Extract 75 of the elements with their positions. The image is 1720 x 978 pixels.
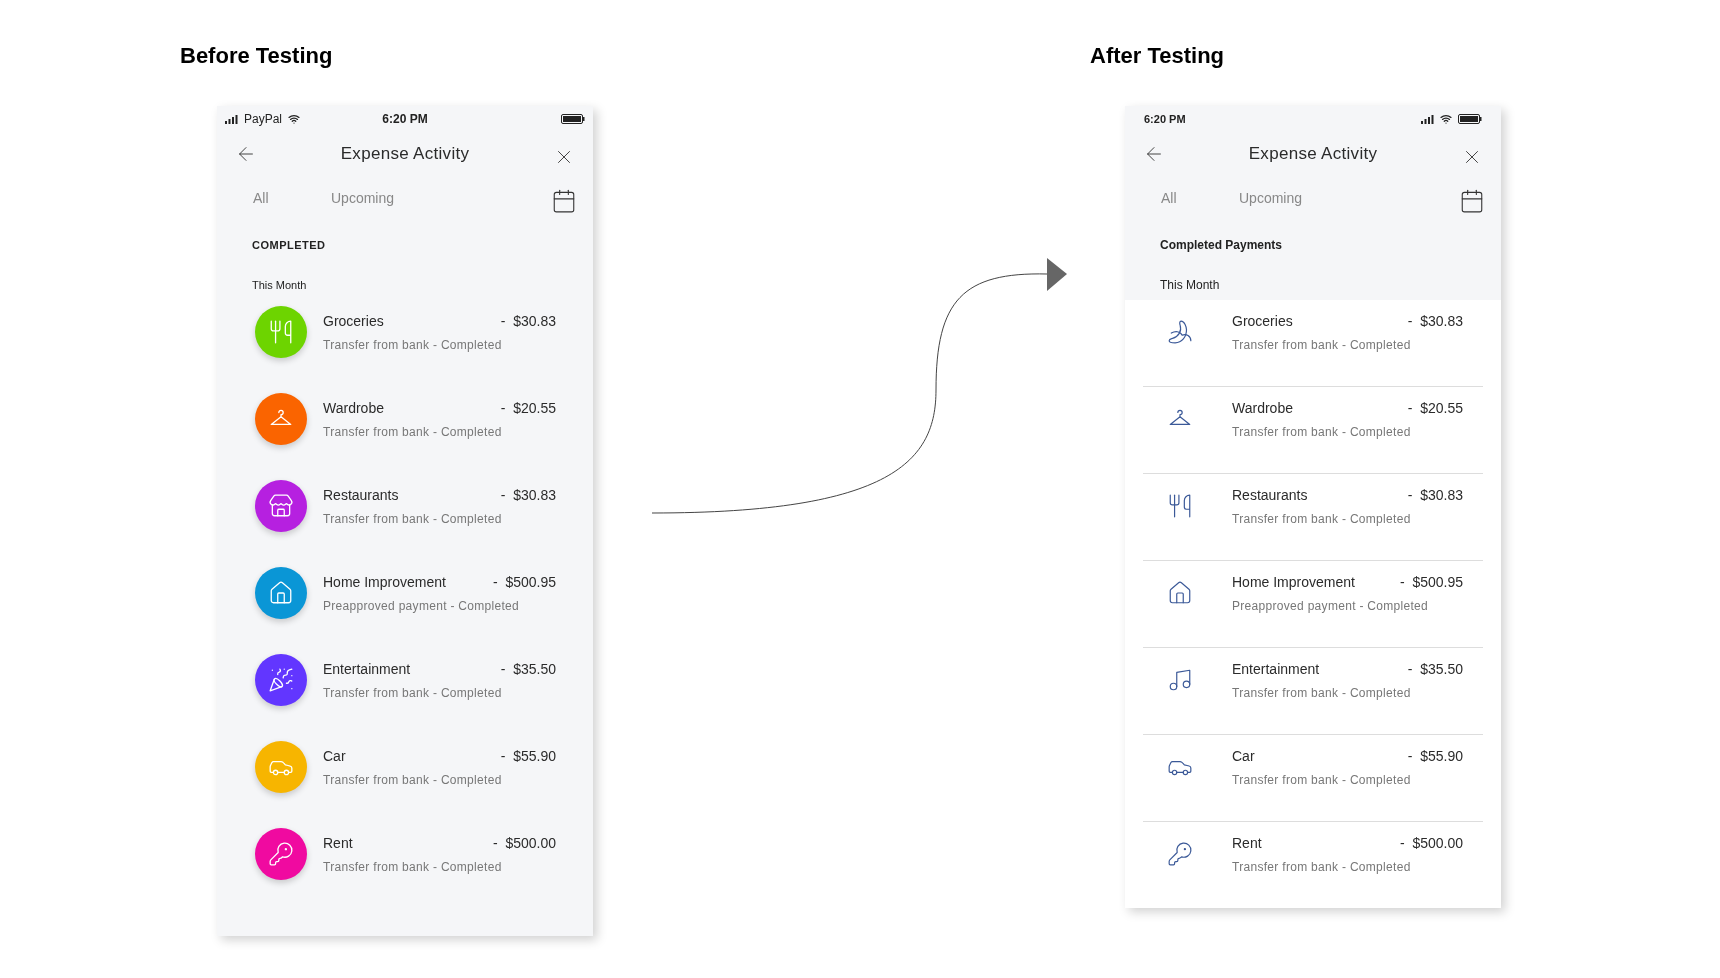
status-time: 6:20 PM bbox=[382, 111, 428, 128]
section-heading: COMPLETED bbox=[252, 237, 326, 253]
expense-name: Home Improvement bbox=[1232, 572, 1355, 592]
expense-detail: Transfer from bank - Completed bbox=[323, 423, 503, 441]
expense-detail: Preapproved payment - Completed bbox=[1232, 597, 1430, 615]
expense-amount: - $30.83 bbox=[1407, 485, 1463, 505]
expense-name: Groceries bbox=[1232, 311, 1293, 331]
battery-icon bbox=[561, 114, 585, 124]
expense-name: Restaurants bbox=[1232, 485, 1308, 505]
expense-name: Wardrobe bbox=[323, 398, 384, 418]
wifi-icon bbox=[1440, 113, 1452, 125]
expense-name: Wardrobe bbox=[1232, 398, 1293, 418]
expense-amount: - $35.50 bbox=[1407, 659, 1463, 679]
key-icon bbox=[268, 841, 294, 867]
expense-detail: Transfer from bank - Completed bbox=[323, 771, 503, 789]
music-notes-icon bbox=[1167, 667, 1193, 693]
expense-amount: - $30.83 bbox=[1407, 311, 1463, 331]
group-heading: This Month bbox=[252, 277, 307, 293]
filter-tab[interactable]: Upcoming bbox=[331, 187, 395, 209]
expense-detail: Transfer from bank - Completed bbox=[323, 510, 503, 528]
expense-amount: - $20.55 bbox=[1407, 398, 1463, 418]
expense-name: Entertainment bbox=[1232, 659, 1320, 679]
expense-name: Car bbox=[1232, 746, 1255, 766]
calendar-icon[interactable] bbox=[1459, 188, 1485, 214]
expense-detail: Transfer from bank - Completed bbox=[1232, 510, 1412, 528]
expense-detail: Transfer from bank - Completed bbox=[323, 858, 503, 876]
expense-amount: - $500.00 bbox=[1399, 833, 1463, 853]
screen-title: Expense Activity bbox=[340, 143, 470, 166]
expense-amount: - $20.55 bbox=[500, 398, 556, 418]
banana-icon bbox=[1167, 319, 1193, 345]
expense-name: Restaurants bbox=[323, 485, 399, 505]
screen-title: Expense Activity bbox=[1248, 143, 1378, 166]
expense-detail: Transfer from bank - Completed bbox=[1232, 423, 1412, 441]
expense-amount: - $55.90 bbox=[500, 746, 556, 766]
expense-detail: Transfer from bank - Completed bbox=[1232, 858, 1412, 876]
expense-amount: - $500.00 bbox=[492, 833, 556, 853]
expense-detail: Transfer from bank - Completed bbox=[1232, 336, 1412, 354]
expense-detail: Transfer from bank - Completed bbox=[1232, 771, 1412, 789]
expense-name: Rent bbox=[1232, 833, 1262, 853]
battery-icon bbox=[1458, 114, 1482, 124]
party-popper-icon bbox=[268, 667, 294, 693]
expense-amount: - $500.95 bbox=[492, 572, 556, 592]
calendar-icon[interactable] bbox=[551, 188, 577, 214]
expense-amount: - $500.95 bbox=[1399, 572, 1463, 592]
expense-amount: - $55.90 bbox=[1407, 746, 1463, 766]
signal-icon bbox=[225, 114, 238, 124]
house-icon bbox=[1167, 580, 1193, 606]
signal-icon bbox=[1421, 114, 1434, 124]
expense-amount: - $30.83 bbox=[500, 311, 556, 331]
expense-name: Entertainment bbox=[323, 659, 411, 679]
carrier-name: PayPal bbox=[244, 111, 283, 128]
expense-amount: - $30.83 bbox=[500, 485, 556, 505]
key-icon bbox=[1167, 841, 1193, 867]
expense-name: Home Improvement bbox=[323, 572, 446, 592]
filter-tab[interactable]: All bbox=[253, 187, 331, 209]
panel-heading: After Testing bbox=[1090, 42, 1226, 70]
expense-detail: Transfer from bank - Completed bbox=[1232, 684, 1412, 702]
filter-tab[interactable]: All bbox=[1161, 187, 1239, 209]
expense-name: Rent bbox=[323, 833, 353, 853]
filter-tab[interactable]: Upcoming bbox=[1239, 187, 1303, 209]
expense-detail: Preapproved payment - Completed bbox=[323, 597, 521, 615]
house-icon bbox=[268, 580, 294, 606]
wifi-icon bbox=[288, 113, 301, 125]
fork-knife-icon bbox=[268, 319, 294, 345]
expense-amount: - $35.50 bbox=[500, 659, 556, 679]
storefront-icon bbox=[268, 493, 294, 519]
expense-name: Groceries bbox=[323, 311, 384, 331]
section-heading: Completed Payments bbox=[1160, 237, 1283, 254]
fork-knife-icon bbox=[1167, 493, 1193, 519]
expense-detail: Transfer from bank - Completed bbox=[323, 336, 503, 354]
group-heading: This Month bbox=[1160, 277, 1220, 294]
status-time: 6:20 PM bbox=[1144, 111, 1186, 127]
expense-name: Car bbox=[323, 746, 346, 766]
expense-detail: Transfer from bank - Completed bbox=[323, 684, 503, 702]
panel-heading: Before Testing bbox=[180, 42, 334, 70]
